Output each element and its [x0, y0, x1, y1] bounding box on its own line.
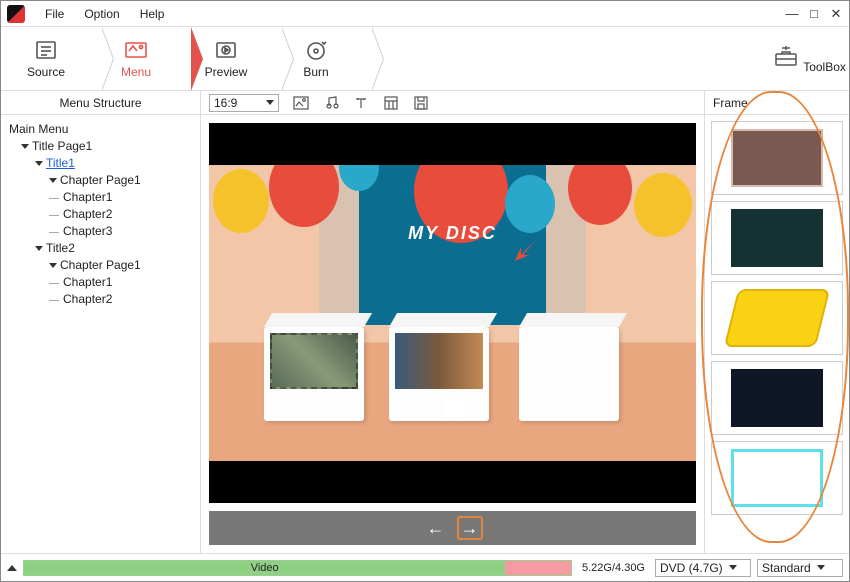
source-icon — [32, 38, 60, 62]
maximize-button[interactable]: □ — [807, 7, 821, 21]
step-menu-label: Menu — [121, 65, 151, 79]
close-button[interactable]: ✕ — [829, 7, 843, 21]
tree-chapter3[interactable]: Chapter3 — [9, 223, 192, 240]
text-tool-button[interactable] — [353, 95, 369, 111]
frame-panel[interactable] — [704, 115, 849, 553]
menu-structure-header: Menu Structure — [1, 91, 201, 114]
frame-option-yellow[interactable] — [711, 281, 843, 355]
expand-footer-button[interactable] — [7, 565, 17, 571]
quality-value: Standard — [762, 561, 811, 575]
chevron-down-icon — [817, 565, 825, 570]
video-label: Video — [251, 562, 279, 574]
prev-page-button[interactable]: ← — [423, 516, 449, 540]
tree-title1[interactable]: Title1 — [9, 155, 192, 172]
tree-title-page1[interactable]: Title Page1 — [9, 138, 192, 155]
quality-select[interactable]: Standard — [757, 559, 843, 577]
app-logo — [7, 5, 25, 23]
menu-option[interactable]: Option — [74, 7, 129, 21]
frame-option-teal[interactable] — [711, 201, 843, 275]
aspect-ratio-select[interactable]: 16:9 — [209, 94, 279, 112]
step-burn-label: Burn — [303, 65, 328, 79]
chapter-thumb-2[interactable] — [395, 333, 483, 389]
preview-icon — [212, 38, 240, 62]
menu-file[interactable]: File — [35, 7, 74, 21]
tree-chapter2b[interactable]: Chapter2 — [9, 291, 192, 308]
image-tool-button[interactable] — [293, 95, 309, 111]
tree-chapter1b[interactable]: Chapter1 — [9, 274, 192, 291]
chapter-tool-button[interactable] — [383, 95, 399, 111]
step-preview-label: Preview — [205, 65, 248, 79]
arrow-icon — [511, 235, 541, 265]
toolbox-label: ToolBox — [803, 60, 846, 74]
step-source-label: Source — [27, 65, 65, 79]
tree-chapter2[interactable]: Chapter2 — [9, 206, 192, 223]
menu-structure-tree[interactable]: Main Menu Title Page1 Title1 Chapter Pag… — [1, 115, 201, 553]
frame-option-cyan[interactable] — [711, 441, 843, 515]
tree-title2[interactable]: Title2 — [9, 240, 192, 257]
tree-chapter-page1[interactable]: Chapter Page1 — [9, 172, 192, 189]
tree-chapter1[interactable]: Chapter1 — [9, 189, 192, 206]
menu-help[interactable]: Help — [130, 7, 175, 21]
toolbox-button[interactable]: ToolBox — [769, 44, 849, 74]
tree-chapter-page1b[interactable]: Chapter Page1 — [9, 257, 192, 274]
menu-icon — [122, 38, 150, 62]
stage-navbar: ← → — [209, 511, 696, 545]
save-tool-button[interactable] — [413, 95, 429, 111]
chapter-thumb-1[interactable] — [270, 333, 358, 389]
burn-icon — [302, 38, 330, 62]
toolbox-icon — [772, 44, 800, 68]
disc-type-value: DVD (4.7G) — [660, 561, 723, 575]
disc-capacity-bar: Video — [23, 560, 572, 576]
minimize-button[interactable]: — — [785, 7, 799, 21]
aspect-ratio-value: 16:9 — [214, 96, 237, 110]
chevron-down-icon — [266, 100, 274, 105]
chevron-down-icon — [729, 565, 737, 570]
music-tool-button[interactable] — [323, 95, 339, 111]
menu-preview-stage[interactable]: MY DISC — [209, 123, 696, 503]
disc-title-text[interactable]: MY DISC — [408, 223, 497, 244]
step-source[interactable]: Source — [1, 27, 91, 91]
next-page-button[interactable]: → — [457, 516, 483, 540]
tree-main-menu[interactable]: Main Menu — [9, 121, 192, 138]
frame-option-brown[interactable] — [711, 121, 843, 195]
disc-type-select[interactable]: DVD (4.7G) — [655, 559, 751, 577]
home-icon[interactable] — [443, 401, 463, 417]
frame-panel-header: Frame — [704, 91, 849, 114]
disc-size-label: 5.22G/4.30G — [582, 562, 645, 574]
frame-option-navy[interactable] — [711, 361, 843, 435]
